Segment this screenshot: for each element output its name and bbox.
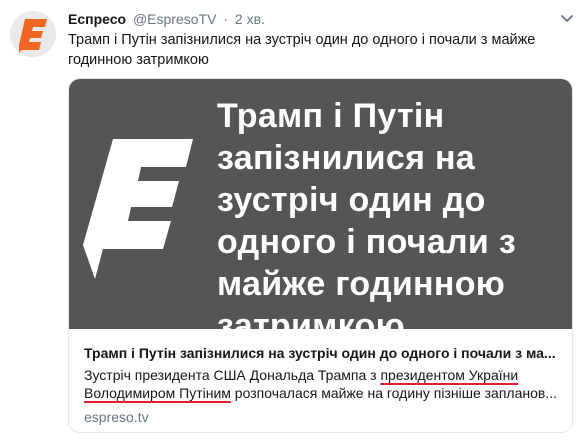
author-handle[interactable]: @EspresoTV <box>133 11 216 27</box>
card-url: espreso.tv <box>84 409 149 425</box>
card-image[interactable]: Трамп і Путін запізнилися на зустріч оди… <box>69 79 572 345</box>
separator-dot: · <box>223 11 228 27</box>
avatar[interactable] <box>10 11 56 57</box>
tweet-text: Трамп і Путін запізнилися на зустріч оди… <box>68 32 536 68</box>
card-image-headline: Трамп і Путін запізнилися на зустріч оди… <box>217 97 517 345</box>
tweet: Еспресо @EspresoTV · 2 хв. Трамп і Путін… <box>0 0 586 447</box>
espreso-logo-icon <box>83 139 193 279</box>
tweet-header: Еспресо @EspresoTV · 2 хв. <box>68 10 265 28</box>
card-title: Трамп і Путін запізнилися на зустріч оди… <box>84 345 556 361</box>
timestamp[interactable]: 2 хв. <box>235 11 265 27</box>
card-description: Зустріч президента США Дональда Трампа з… <box>84 366 566 402</box>
link-card[interactable]: Трамп і Путін запізнилися на зустріч оди… <box>68 78 573 433</box>
chevron-down-icon[interactable] <box>560 12 574 26</box>
card-desc-text: Зустріч президента США Дональда Трампа з <box>84 367 381 383</box>
espreso-logo-icon <box>10 11 56 57</box>
author-name[interactable]: Еспресо <box>68 11 126 27</box>
card-desc-text-end: розпочалася майже на годину пізніше запл… <box>230 385 557 401</box>
card-body[interactable]: Трамп і Путін запізнилися на зустріч оди… <box>69 329 572 432</box>
